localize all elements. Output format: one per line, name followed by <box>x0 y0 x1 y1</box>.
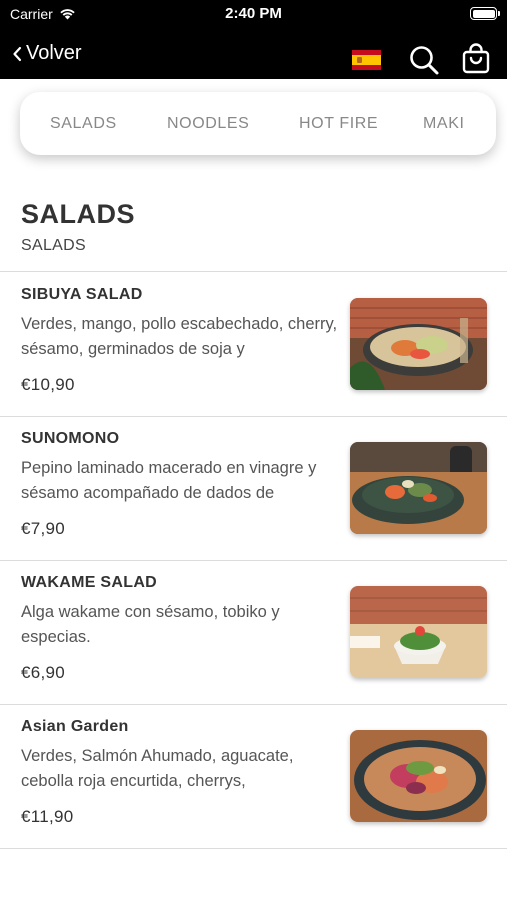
section-subtitle: SALADS <box>21 237 86 254</box>
menu-item[interactable]: WAKAME SALAD Alga wakame con sésamo, tob… <box>0 560 507 704</box>
item-name: SUNOMONO <box>21 430 120 447</box>
section-title: SALADS <box>21 199 136 229</box>
tab-maki[interactable]: MAKI <box>423 115 465 133</box>
nav-bar: Volver <box>0 28 507 79</box>
item-name: WAKAME SALAD <box>21 574 158 591</box>
item-description: Verdes, Salmón Ahumado, aguacate, ceboll… <box>21 747 294 790</box>
tab-salads[interactable]: SALADS <box>50 115 117 133</box>
item-description: Alga wakame con sésamo, tobiko y especia… <box>21 603 280 646</box>
status-bar: Carrier 2:40 PM <box>0 0 507 28</box>
back-label: Volver <box>26 42 82 64</box>
status-time: 2:40 PM <box>225 5 282 22</box>
item-price: €10,90 <box>21 375 75 394</box>
item-price: €7,90 <box>21 519 66 538</box>
divider <box>0 848 507 849</box>
item-name: SIBUYA SALAD <box>21 286 143 303</box>
tab-noodles[interactable]: NOODLES <box>167 115 249 133</box>
tab-hot-fire[interactable]: HOT FIRE <box>299 115 378 133</box>
item-price: €6,90 <box>21 663 66 682</box>
item-name: Asian Garden <box>21 718 129 735</box>
menu-item[interactable]: SIBUYA SALAD Verdes, mango, pollo escabe… <box>0 272 507 416</box>
category-tabs: SALADS NOODLES HOT FIRE MAKI <box>20 92 496 155</box>
menu-item[interactable]: Asian Garden Verdes, Salmón Ahumado, agu… <box>0 704 507 848</box>
search-icon[interactable] <box>408 44 440 76</box>
back-button[interactable]: Volver <box>12 42 82 65</box>
item-photo[interactable] <box>350 586 487 678</box>
shopping-bag-icon[interactable] <box>461 43 491 75</box>
spain-flag-icon[interactable] <box>352 50 381 70</box>
chevron-left-icon <box>13 46 22 61</box>
item-description: Verdes, mango, pollo escabechado, cherry… <box>21 315 338 358</box>
battery-icon <box>470 7 500 20</box>
item-photo[interactable] <box>350 730 487 822</box>
menu-item[interactable]: SUNOMONO Pepino laminado macerado en vin… <box>0 416 507 560</box>
item-photo[interactable] <box>350 442 487 534</box>
item-description: Pepino laminado macerado en vinagre y sé… <box>21 459 317 502</box>
item-photo[interactable] <box>350 298 487 390</box>
item-price: €11,90 <box>21 807 74 826</box>
